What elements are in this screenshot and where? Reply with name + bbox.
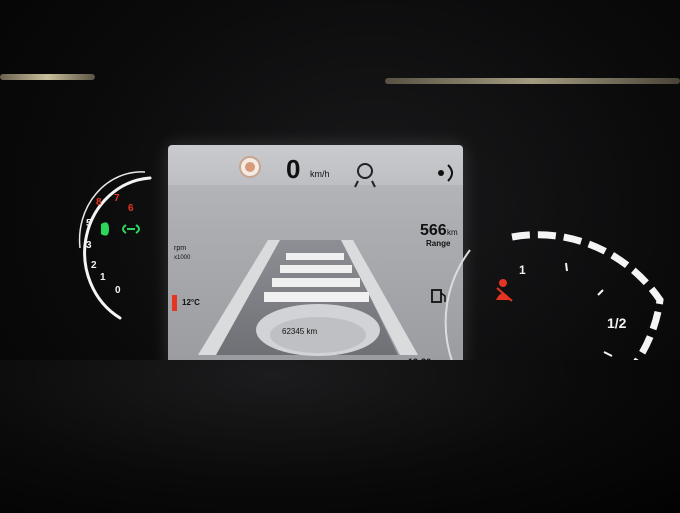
seatbelt-warning-icon: [496, 279, 513, 302]
fuel-label-half: 1/2: [607, 315, 627, 331]
dashboard-cowl: [0, 360, 680, 513]
fuel-label-full: 1: [519, 263, 526, 277]
instrument-cluster-photo: 8 7 6 5 4 3 2 1 0: [0, 0, 680, 513]
